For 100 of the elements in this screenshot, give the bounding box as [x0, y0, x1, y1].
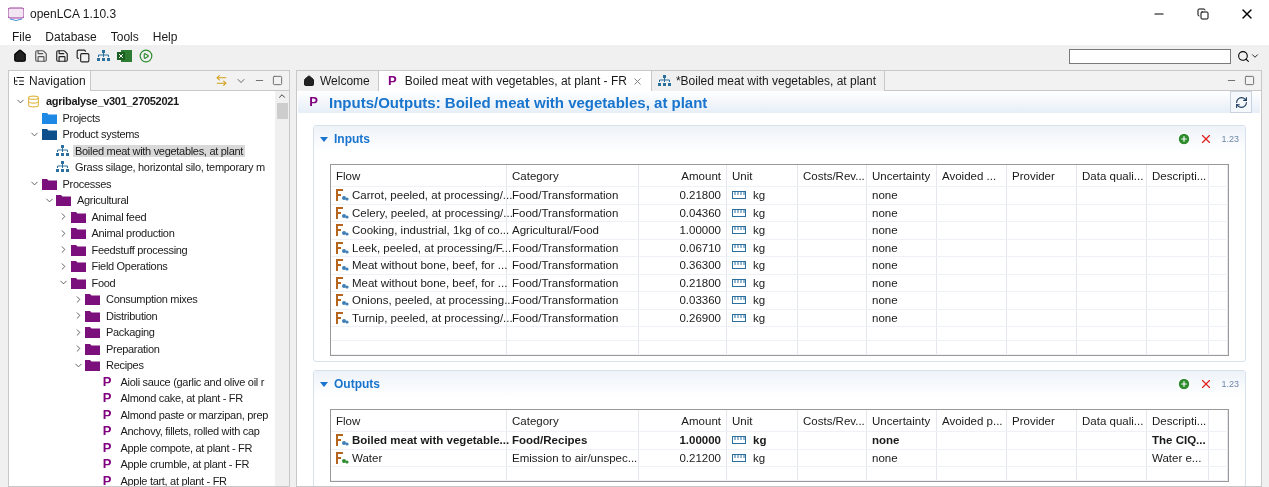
editor-tab[interactable]: Welcome	[297, 71, 379, 91]
table-cell: Food/Transformation	[512, 189, 619, 202]
save-all-button[interactable]	[75, 48, 91, 64]
process-letter: P	[101, 440, 113, 455]
table-cell: none	[872, 206, 898, 219]
save-as-button[interactable]	[54, 48, 70, 64]
table-cell: none	[872, 259, 898, 272]
window-title: openLCA 1.10.3	[30, 7, 117, 21]
column-header[interactable]: Descripti...	[1147, 410, 1209, 431]
tree-item[interactable]: Product systems	[60, 128, 142, 141]
number-format-button[interactable]: 1.23	[1221, 379, 1239, 389]
column-header[interactable]: Data quali...	[1077, 165, 1147, 186]
navigation-tab[interactable]: Navigation	[9, 70, 91, 91]
column-header[interactable]: Amount	[639, 410, 727, 431]
column-header[interactable]: Costs/Rev...	[798, 165, 867, 186]
table-cell: none	[872, 224, 898, 237]
table-cell: Onions, peeled, at processing...	[352, 294, 514, 307]
scroll-thumb[interactable]	[276, 103, 288, 119]
column-header[interactable]: Unit	[727, 165, 798, 186]
tree-item[interactable]: Food	[89, 276, 118, 289]
menu-item[interactable]: Tools	[110, 29, 139, 44]
table-cell: Carrot, peeled, at processing/...	[352, 189, 513, 202]
tree-item[interactable]: Consumption mixes	[104, 293, 200, 306]
spreadsheet-button[interactable]	[116, 48, 133, 64]
restore-icon[interactable]	[1197, 8, 1209, 20]
tree-item[interactable]: Feedstuff processing	[89, 243, 190, 256]
table-cell: 1.00000	[679, 224, 721, 237]
table-cell: Turnip, peeled, at processing/...	[352, 311, 513, 324]
tree-item[interactable]: Animal feed	[89, 210, 149, 223]
editor-tab[interactable]: P Boiled meat with vegetables, at plant - FR	[378, 71, 652, 91]
tree-item[interactable]: Boiled meat with vegetables, at plant	[73, 144, 246, 157]
column-header[interactable]: Provider	[1007, 410, 1077, 431]
column-header[interactable]: Amount	[639, 165, 727, 186]
process-letter: P	[101, 374, 113, 389]
save-button[interactable]	[33, 48, 49, 64]
column-header[interactable]: Uncertainty	[867, 165, 937, 186]
maximize-icon[interactable]	[272, 75, 283, 86]
run-button[interactable]	[138, 48, 154, 64]
tree-item[interactable]: Almond cake, at plant - FR	[118, 392, 245, 405]
column-header[interactable]: Data quali...	[1077, 410, 1147, 431]
tree-item[interactable]: Almond paste or marzipan, prep	[118, 408, 271, 421]
search-icon[interactable]	[1237, 49, 1250, 63]
column-header[interactable]: Avoided p...	[937, 410, 1007, 431]
table-cell: kg	[753, 189, 766, 202]
home-button[interactable]	[12, 48, 28, 64]
column-header[interactable]: Uncertainty	[867, 410, 937, 431]
column-header[interactable]: Category	[507, 410, 639, 431]
tree-item[interactable]: Field Operations	[89, 260, 170, 273]
column-header[interactable]: Flow	[331, 165, 507, 186]
table-cell: Celery, peeled, at processing/...	[352, 206, 513, 219]
add-icon[interactable]	[1177, 377, 1192, 391]
column-header[interactable]: Flow	[331, 410, 507, 431]
column-header[interactable]: Avoided ...	[937, 165, 1007, 186]
process-letter: P	[101, 407, 113, 422]
flow-icon	[336, 189, 349, 202]
tree-item[interactable]: Apple compote, at plant - FR	[118, 441, 255, 454]
column-header[interactable]: Unit	[727, 410, 798, 431]
menu-item[interactable]: File	[12, 29, 32, 44]
menu-item[interactable]: Help	[152, 29, 178, 44]
tree-item[interactable]: Aioli sauce (garlic and olive oil r	[118, 375, 267, 388]
tree-item[interactable]: Projects	[60, 111, 102, 124]
tree-item[interactable]: Animal production	[89, 227, 177, 240]
table-cell: Water e...	[1152, 451, 1202, 464]
tree-item[interactable]: Apple crumble, at plant - FR	[118, 458, 252, 471]
menu-item[interactable]: Database	[45, 29, 97, 44]
link-icon[interactable]	[215, 74, 228, 87]
ruler-icon	[732, 436, 746, 445]
table-cell: Cooking, industrial, 1kg of co...	[352, 224, 510, 237]
scrollbar[interactable]	[275, 91, 289, 486]
editor-tab[interactable]: *Boiled meat with vegetables, at plant	[651, 71, 886, 91]
tree-item[interactable]: Agricultural	[75, 194, 131, 207]
tree-item[interactable]: Recipes	[104, 359, 146, 372]
number-format-button[interactable]: 1.23	[1221, 134, 1239, 144]
process-letter: P	[101, 391, 113, 406]
tree-item[interactable]: Grass silage, horizontal silo, temporary m	[73, 161, 267, 174]
tree-item[interactable]: Preparation	[104, 342, 162, 355]
column-header[interactable]: Descripti...	[1147, 165, 1209, 186]
dropdown-caret-icon[interactable]	[1250, 51, 1260, 61]
tree-item[interactable]: agribalyse_v301_27052021	[44, 95, 181, 108]
collapse-triangle-icon[interactable]	[320, 136, 328, 142]
table-cell: Agricultural/Food	[512, 224, 599, 237]
tree-item[interactable]: Distribution	[104, 309, 160, 322]
tree-item[interactable]: Packaging	[104, 326, 157, 339]
column-header[interactable]: Provider	[1007, 165, 1077, 186]
search-field[interactable]	[1069, 48, 1231, 64]
tree-item[interactable]: Processes	[60, 177, 114, 190]
table-cell: kg	[753, 311, 766, 324]
flow-icon	[336, 206, 349, 219]
add-icon[interactable]	[1177, 132, 1192, 146]
column-header[interactable]: Costs/Rev...	[798, 410, 867, 431]
scroll-up-icon[interactable]	[277, 91, 287, 101]
table-cell: Boiled meat with vegetable...	[352, 434, 510, 447]
column-header[interactable]: Category	[507, 165, 639, 186]
new-system-button[interactable]	[96, 49, 111, 63]
maximize-icon[interactable]	[1244, 75, 1255, 86]
collapse-triangle-icon[interactable]	[320, 381, 328, 387]
flow-icon	[336, 276, 349, 289]
tree-item[interactable]: Anchovy, fillets, rolled with cap	[118, 425, 262, 438]
table-cell: Water	[352, 451, 383, 464]
tree-view-icon	[13, 74, 25, 87]
